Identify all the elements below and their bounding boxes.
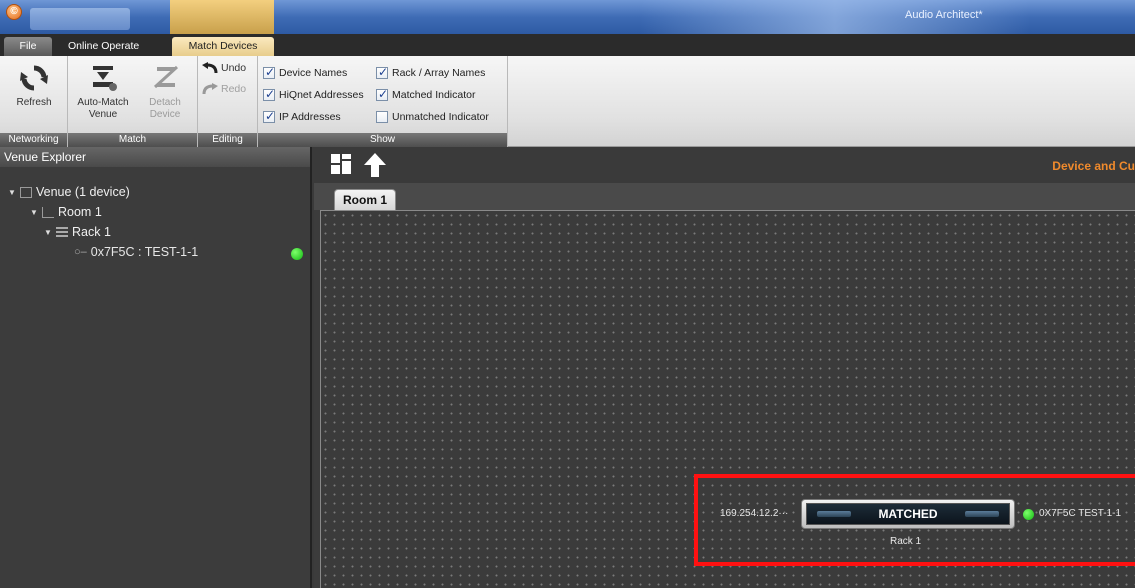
layout-icon	[331, 154, 351, 174]
rack-array-names-label: Rack / Array Names	[392, 67, 486, 79]
hiqnet-addresses-label: HiQnet Addresses	[279, 89, 364, 101]
hiqnet-addresses-checkbox[interactable]: HiQnet Addresses	[263, 87, 364, 101]
app-menu-button[interactable]: ©	[6, 4, 22, 20]
refresh-label: Refresh	[16, 97, 52, 108]
unmatched-indicator-label: Unmatched Indicator	[392, 111, 489, 123]
ip-addresses-label: IP Addresses	[279, 111, 341, 123]
ribbon-tabs: File Online Operate Match Devices	[0, 34, 1135, 56]
group-match: Auto-Match Venue Detach Device Match	[68, 56, 198, 147]
main-toolbar: Device and Cu	[314, 147, 1135, 183]
venue-explorer-title: Venue Explorer	[0, 147, 310, 167]
hiqnet-addresses-check[interactable]	[263, 87, 275, 101]
tab-online-operate[interactable]: Online Operate	[60, 37, 147, 56]
document-tabstrip: Room 1	[314, 183, 1135, 210]
group-show: Device Names HiQnet Addresses IP Address…	[258, 56, 508, 147]
detach-label-1: Detach	[149, 97, 181, 108]
venue-explorer-panel: Venue Explorer ▼ Venue (1 device) ▼ Room…	[0, 147, 312, 588]
detach-device-button[interactable]: Detach Device	[138, 59, 192, 121]
refresh-icon	[20, 65, 48, 91]
tab-room-1[interactable]: Room 1	[334, 189, 397, 210]
rack-array-names-checkbox[interactable]: Rack / Array Names	[376, 65, 486, 79]
up-arrow-icon	[364, 153, 386, 177]
tab-match-devices[interactable]: Match Devices	[172, 37, 274, 56]
title-bar: © Audio Architect*	[0, 0, 1135, 34]
device-names-label: Device Names	[279, 67, 348, 79]
ip-addresses-checkbox[interactable]: IP Addresses	[263, 109, 341, 123]
undo-button[interactable]: Undo	[202, 62, 246, 74]
expand-arrow-icon[interactable]: ▼	[44, 228, 52, 237]
group-label-networking: Networking	[0, 133, 67, 147]
tree-label-room: Room 1	[58, 205, 102, 219]
contextual-tab-header	[170, 0, 274, 34]
tree-item-device[interactable]: ○– 0x7F5C : TEST-1-1	[74, 245, 198, 259]
venue-icon	[20, 186, 32, 198]
quick-access-toolbar[interactable]	[30, 8, 130, 30]
redo-button[interactable]: Redo	[202, 83, 246, 95]
ip-addresses-check[interactable]	[263, 109, 275, 123]
auto-match-label-1: Auto-Match	[77, 97, 129, 108]
matched-indicator-checkbox[interactable]: Matched Indicator	[376, 87, 476, 101]
room-icon	[42, 206, 54, 218]
tree-label-venue: Venue (1 device)	[36, 185, 130, 199]
auto-match-icon	[93, 66, 117, 91]
up-level-button[interactable]	[364, 153, 386, 177]
device-names-checkbox[interactable]: Device Names	[263, 65, 348, 79]
rack-icon	[56, 226, 68, 238]
group-networking: Refresh Networking	[0, 56, 68, 147]
auto-match-venue-button[interactable]: Auto-Match Venue	[72, 59, 134, 121]
unmatched-indicator-check[interactable]	[376, 111, 388, 123]
undo-icon	[202, 62, 218, 74]
group-label-match: Match	[68, 133, 197, 147]
auto-match-label-2: Venue	[88, 109, 118, 120]
matched-indicator-label: Matched Indicator	[392, 89, 476, 101]
expand-arrow-icon[interactable]: ▼	[8, 188, 16, 197]
tree-item-room[interactable]: ▼ Room 1	[30, 205, 102, 219]
matched-indicator-check[interactable]	[376, 87, 388, 101]
window-title: Audio Architect*	[905, 9, 983, 21]
undo-label: Undo	[221, 62, 247, 74]
detach-label-2: Device	[149, 109, 181, 120]
tree-item-venue[interactable]: ▼ Venue (1 device)	[8, 185, 130, 199]
doc-title: Device and Cu	[1052, 159, 1135, 173]
layout-button[interactable]	[330, 153, 352, 177]
group-label-show: Show	[258, 133, 507, 147]
group-editing: Undo Redo Editing	[198, 56, 258, 147]
redo-label: Redo	[221, 83, 247, 95]
device-connector-icon: ○–	[74, 246, 87, 258]
ribbon: Refresh Networking Auto-Match Venue Deta…	[0, 56, 1135, 147]
refresh-button[interactable]: Refresh	[4, 59, 64, 109]
tab-file[interactable]: File	[4, 37, 52, 56]
tree-label-device: 0x7F5C : TEST-1-1	[90, 245, 199, 259]
detach-icon	[153, 65, 179, 89]
tree-label-rack: Rack 1	[72, 225, 111, 239]
redo-icon	[202, 83, 218, 95]
unmatched-indicator-checkbox[interactable]: Unmatched Indicator	[376, 111, 489, 123]
device-names-check[interactable]	[263, 65, 275, 79]
highlight-box	[694, 474, 1135, 566]
matched-status-dot-icon	[291, 248, 303, 260]
expand-arrow-icon[interactable]: ▼	[30, 208, 38, 217]
group-label-editing: Editing	[198, 133, 257, 147]
rack-array-names-check[interactable]	[376, 65, 388, 79]
main-area: Device and Cu Room 1 169.254.12.2··· MAT…	[314, 147, 1135, 588]
tree-item-rack[interactable]: ▼ Rack 1	[44, 225, 111, 239]
